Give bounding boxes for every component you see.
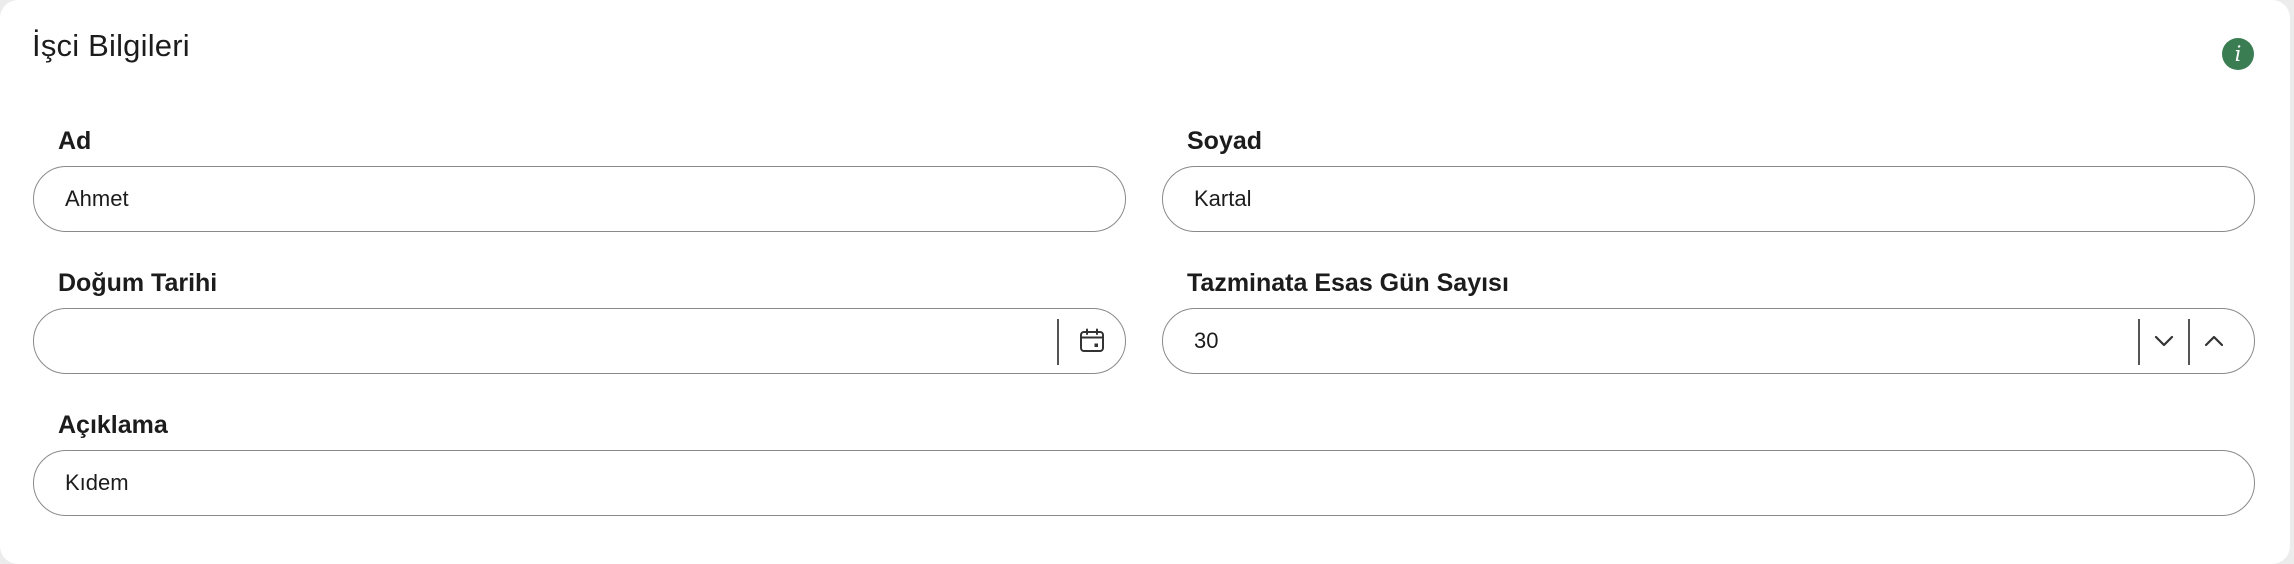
description-field-box: [33, 450, 2255, 516]
first-name-label: Ad: [58, 127, 92, 155]
first-name-input[interactable]: [65, 167, 1095, 231]
severance-days-input[interactable]: [1194, 309, 2154, 373]
severance-days-field-box: [1162, 308, 2255, 374]
calendar-button[interactable]: [1059, 309, 1125, 373]
decrement-button[interactable]: [2140, 309, 2188, 373]
description-label: Açıklama: [58, 411, 168, 439]
first-name-field-box: [33, 166, 1126, 232]
last-name-label: Soyad: [1187, 127, 1263, 155]
increment-button[interactable]: [2190, 309, 2238, 373]
description-input[interactable]: [65, 451, 2215, 515]
severance-days-label: Tazminata Esas Gün Sayısı: [1187, 269, 1509, 297]
card-title: İşci Bilgileri: [32, 28, 190, 63]
chevron-up-icon: [2204, 335, 2224, 347]
chevron-down-icon: [2154, 335, 2174, 347]
employee-info-card: İşci Bilgileri i Ad Soyad Doğum Tarihi T…: [0, 0, 2290, 564]
birth-date-field-box: [33, 308, 1126, 374]
birth-date-label: Doğum Tarihi: [58, 269, 218, 297]
calendar-icon: [1080, 328, 1104, 352]
last-name-field-box: [1162, 166, 2255, 232]
info-icon[interactable]: i: [2222, 38, 2254, 70]
birth-date-input[interactable]: [65, 309, 1065, 373]
last-name-input[interactable]: [1194, 167, 2224, 231]
